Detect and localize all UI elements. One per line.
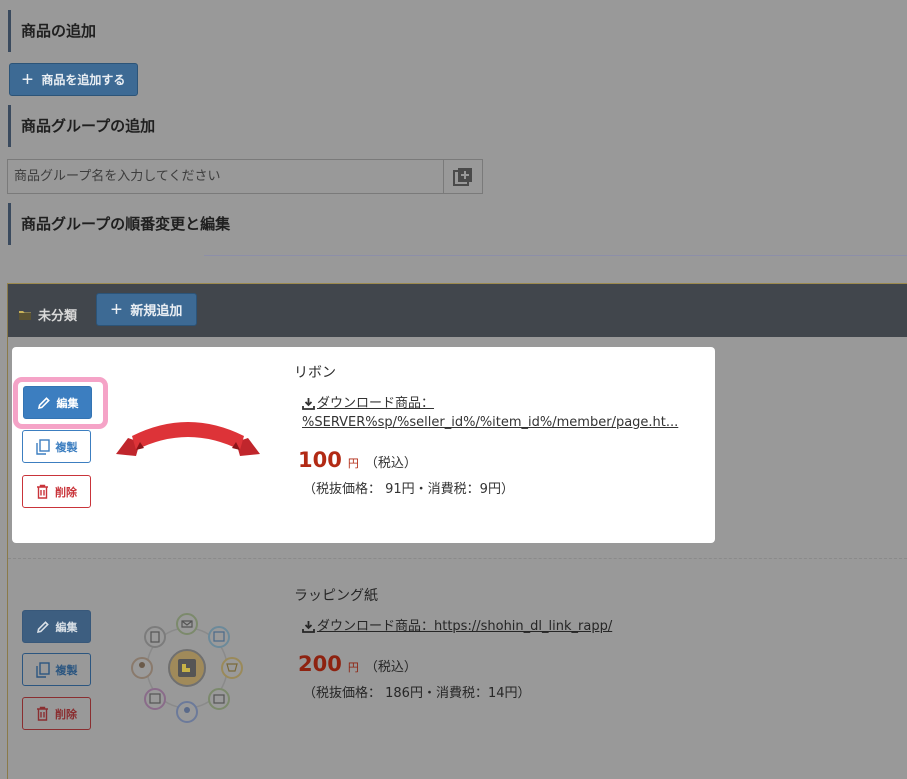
pencil-icon (36, 620, 49, 633)
wrapping-paper-thumbnail (131, 613, 243, 723)
section-title-reorder: 商品グループの順番変更と編集 (8, 203, 230, 245)
copy-label: 複製 (55, 664, 78, 677)
add-item-button[interactable]: + 商品を追加する (9, 63, 138, 96)
plus-icon: + (110, 298, 123, 321)
product-name: リボン (294, 365, 336, 381)
delete-label: 削除 (55, 708, 77, 721)
price: 100 円 （税込） (298, 448, 417, 472)
price-value: 200 (298, 652, 342, 676)
price-detail: （税抜価格： 91円・消費税：9円） (303, 482, 514, 497)
row-divider (8, 558, 907, 559)
download-text: ダウンロード商品：https://shohin_dl_link_rapp/ (317, 619, 613, 634)
product-name: ラッピング紙 (294, 588, 378, 604)
trash-icon (37, 484, 48, 499)
price-currency: 円 (347, 457, 359, 470)
edit-label: 編集 (55, 621, 78, 634)
plus-icon: + (21, 68, 34, 91)
add-item-label: 商品を追加する (41, 73, 126, 87)
copy-icon (35, 438, 50, 455)
group-name: 未分類 (18, 305, 77, 324)
group-name-input[interactable] (7, 159, 444, 194)
ribbon-thumbnail (116, 422, 260, 456)
price: 200 円 （税込） (298, 652, 417, 676)
download-link[interactable]: ダウンロード商品：https://shohin_dl_link_rapp/ (302, 617, 612, 636)
delete-button[interactable]: 削除 (22, 697, 91, 730)
price-detail: （税抜価格： 186円・消費税：14円） (303, 686, 531, 701)
group-name-label: 未分類 (38, 309, 78, 324)
copy-button[interactable]: 複製 (22, 653, 91, 686)
divider (204, 255, 907, 256)
price-currency: 円 (347, 661, 359, 674)
copy-icon (35, 661, 50, 678)
new-add-button[interactable]: + 新規追加 (96, 293, 197, 326)
folder-icon (19, 310, 31, 320)
copy-label: 複製 (55, 441, 78, 454)
section-title-add-item: 商品の追加 (8, 10, 96, 52)
trash-icon (37, 706, 48, 721)
price-tax-note: （税込） (364, 456, 417, 471)
download-icon (302, 398, 315, 410)
price-value: 100 (298, 448, 342, 472)
new-add-label: 新規追加 (130, 303, 183, 318)
download-icon (302, 621, 315, 633)
edit-highlight (13, 377, 108, 429)
delete-label: 削除 (55, 486, 77, 499)
add-group-button[interactable] (443, 159, 483, 194)
download-link[interactable]: ダウンロード商品： %SERVER%sp/%seller_id%/%item_i… (302, 394, 678, 432)
section-title-add-group: 商品グループの追加 (8, 105, 155, 147)
delete-button[interactable]: 削除 (22, 475, 91, 508)
download-url: %SERVER%sp/%seller_id%/%item_id%/member/… (302, 415, 679, 430)
copy-button[interactable]: 複製 (22, 430, 91, 463)
download-label: ダウンロード商品： (317, 396, 435, 411)
price-tax-note: （税込） (364, 660, 417, 675)
edit-button[interactable]: 編集 (22, 610, 91, 643)
add-group-icon (453, 167, 472, 186)
